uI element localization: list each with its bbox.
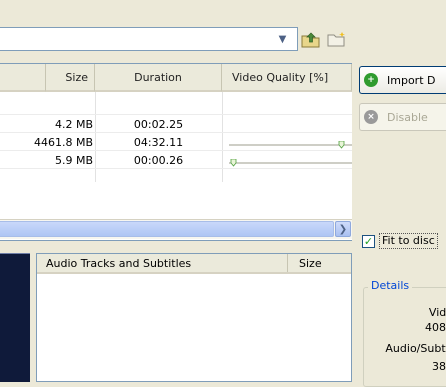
column-header-duration[interactable]: Duration [95, 64, 222, 92]
column-header-filename[interactable] [0, 64, 46, 92]
details-video-label: Vide [428, 306, 446, 319]
column-header-duration-label: Duration [134, 70, 182, 84]
import-button-label: Import D [387, 73, 436, 87]
details-audio-label: Audio/Subtit [385, 342, 446, 355]
table-cell-size: 4.2 MB [54, 117, 93, 131]
video-quality-slider[interactable] [229, 157, 352, 167]
table-cell-duration: 04:32.11 [133, 135, 184, 149]
table-cell-duration: 00:02.25 [133, 117, 184, 131]
disable-button[interactable]: × Disable [359, 103, 446, 131]
import-button[interactable]: + Import D [359, 66, 446, 94]
table-row[interactable] [0, 95, 352, 113]
chevron-right-icon[interactable]: ❯ [335, 221, 351, 237]
file-table[interactable]: Size Duration Video Quality [%] 4.2 MB 0… [0, 63, 352, 241]
column-header-video-quality-label: Video Quality [%] [232, 70, 329, 84]
table-cell-duration: 00:00.26 [133, 153, 184, 167]
up-folder-icon[interactable] [301, 30, 321, 48]
disable-button-label: Disable [387, 110, 428, 124]
details-video-value: 4088 [425, 321, 446, 334]
column-header-size-label: Size [65, 70, 88, 84]
table-cell-size: 4461.8 MB [33, 135, 93, 149]
chevron-down-icon[interactable]: ▼ [274, 29, 291, 49]
tracks-header: Audio Tracks and Subtitles Size [37, 254, 351, 274]
new-folder-icon[interactable] [327, 31, 347, 47]
details-legend: Details [368, 279, 413, 292]
remove-icon: × [364, 110, 378, 124]
tracks-header-size[interactable]: Size [299, 257, 322, 270]
table-cell-size: 5.9 MB [54, 153, 93, 167]
fit-to-disc-checkbox[interactable]: ✓ [362, 235, 375, 248]
column-header-video-quality[interactable]: Video Quality [%] [222, 64, 352, 92]
add-icon: + [364, 73, 378, 87]
video-preview [0, 253, 30, 382]
details-group: Vide 4088 Audio/Subtit 381 [363, 287, 446, 387]
scrollbar-thumb[interactable] [0, 221, 334, 237]
path-combo-box[interactable] [0, 27, 298, 51]
video-quality-slider[interactable] [229, 139, 352, 149]
column-header-size[interactable]: Size [46, 64, 95, 92]
details-audio-value: 381 [432, 360, 446, 373]
fit-to-disc-label[interactable]: Fit to disc [379, 233, 438, 249]
tracks-header-name[interactable]: Audio Tracks and Subtitles [46, 257, 191, 270]
